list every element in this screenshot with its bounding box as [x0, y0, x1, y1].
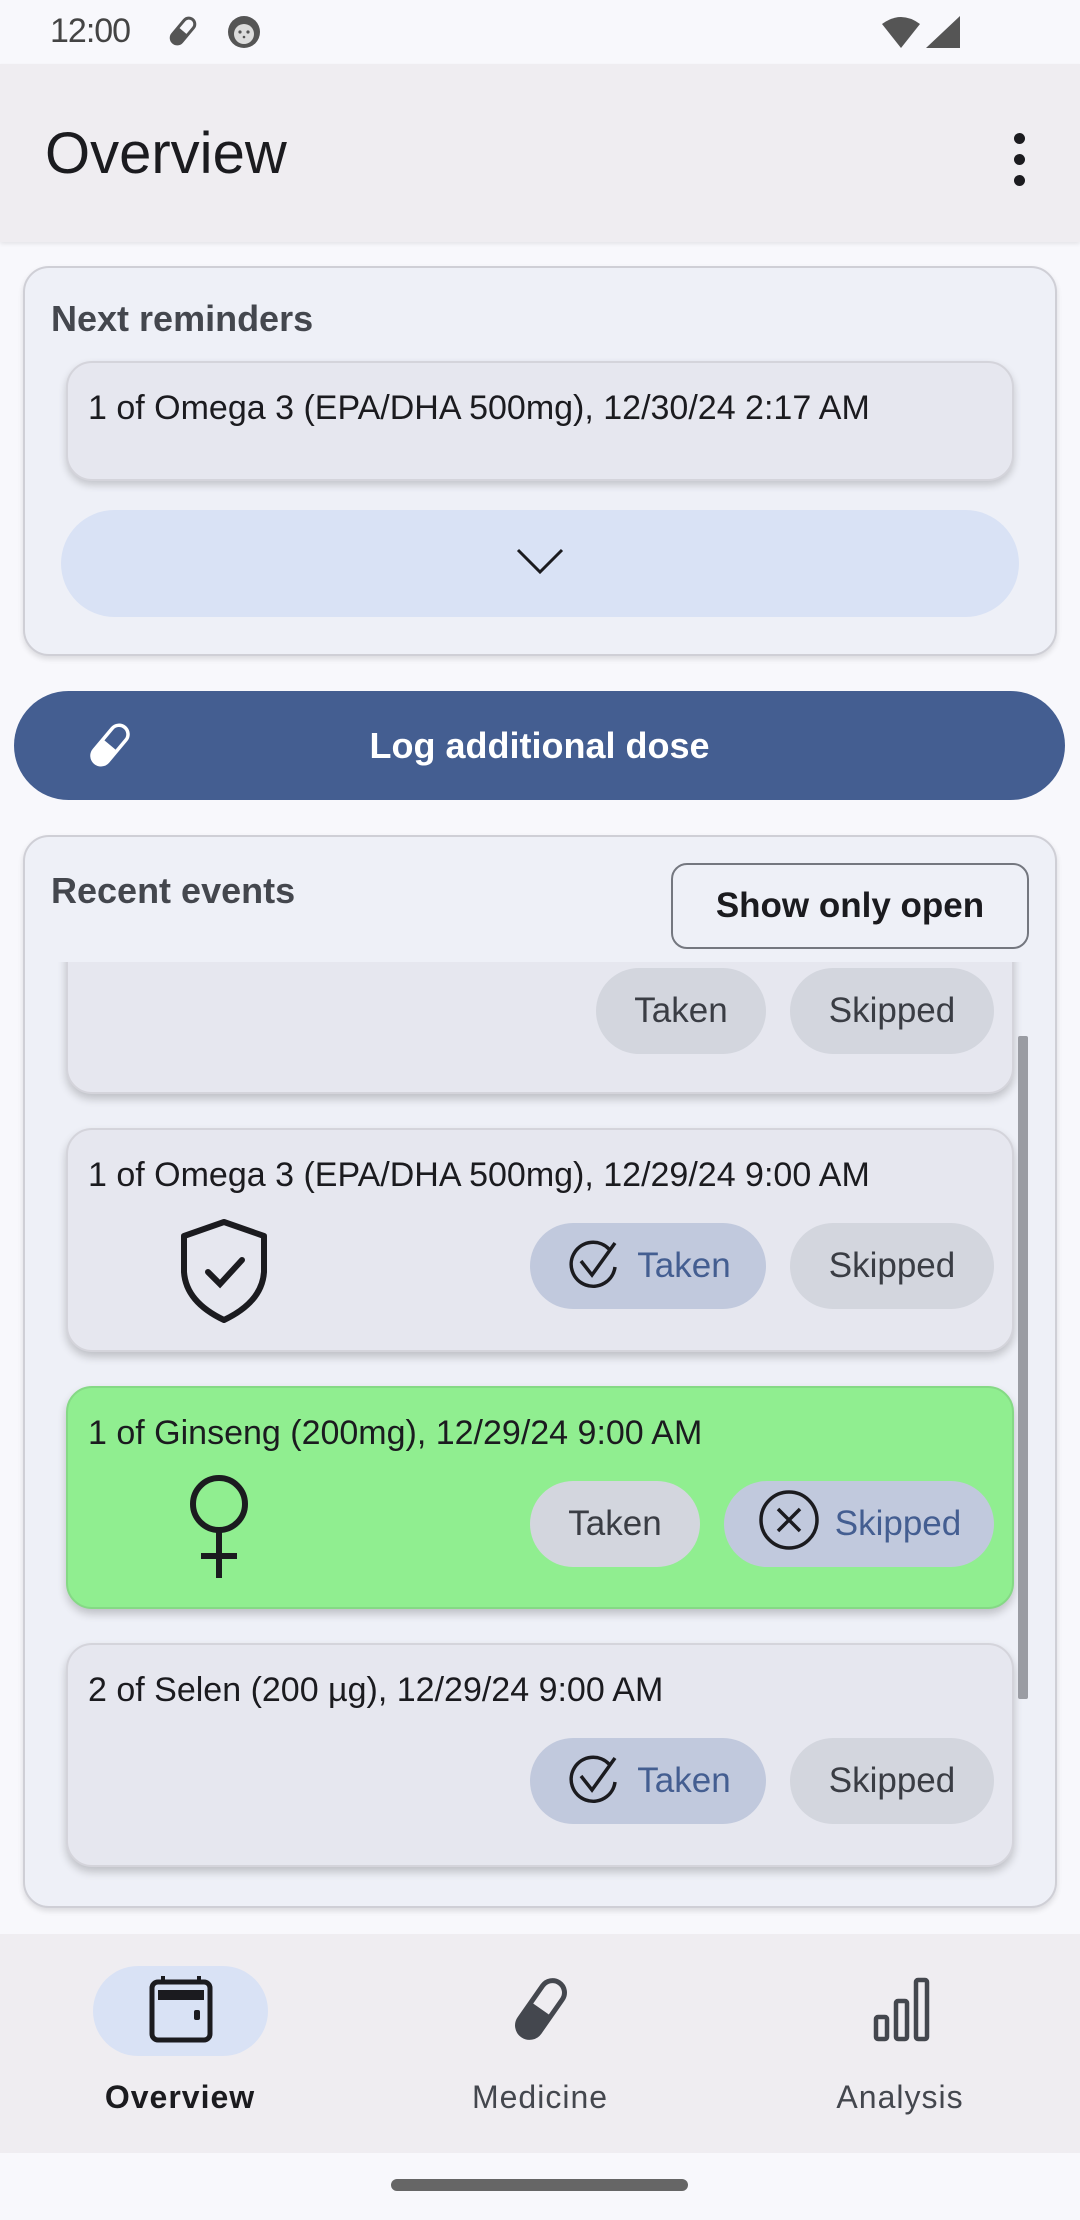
skipped-button[interactable]: Skipped	[790, 1223, 994, 1309]
taken-label: Taken	[568, 1504, 662, 1543]
reminder-item[interactable]: 1 of Omega 3 (EPA/DHA 500mg), 12/30/24 2…	[66, 361, 1014, 481]
event-item: Taken Skipped	[66, 962, 1014, 1094]
cat-face-icon	[226, 14, 262, 55]
pill-icon	[168, 14, 198, 53]
page-title: Overview	[45, 121, 287, 186]
recent-events-title: Recent events	[51, 870, 296, 911]
event-text: 1 of Omega 3 (EPA/DHA 500mg), 12/29/24 9…	[88, 1156, 870, 1194]
event-text: 1 of Ginseng (200mg), 12/29/24 9:00 AM	[88, 1414, 703, 1452]
cancel-circle-icon	[757, 1488, 821, 1561]
skipped-button[interactable]: Skipped	[724, 1481, 994, 1567]
top-app-bar: Overview	[0, 64, 1080, 242]
taken-button[interactable]: Taken	[530, 1223, 766, 1309]
event-item: 1 of Omega 3 (EPA/DHA 500mg), 12/29/24 9…	[66, 1128, 1014, 1352]
taken-label: Taken	[634, 991, 728, 1030]
wifi-icon	[880, 16, 922, 53]
skipped-label: Skipped	[828, 991, 956, 1030]
nav-item-analysis[interactable]: Analysis	[720, 1934, 1080, 2153]
events-scrollbar[interactable]	[1018, 1036, 1028, 1699]
bar-chart-icon	[866, 1974, 936, 2049]
bottom-navigation: Overview Medicine Analysis	[0, 1934, 1080, 2153]
pill-icon	[506, 1974, 576, 2049]
skipped-label: Skipped	[828, 1761, 956, 1800]
events-list[interactable]: Taken Skipped 1 of Omega 3 (EPA/DHA 500m…	[50, 962, 1030, 1883]
more-options-button[interactable]	[994, 124, 1044, 194]
reminder-text: 1 of Omega 3 (EPA/DHA 500mg), 12/30/24 2…	[88, 389, 870, 427]
taken-button[interactable]: Taken	[530, 1481, 700, 1567]
nav-label: Analysis	[836, 2079, 964, 2115]
calendar-icon	[146, 1974, 216, 2049]
female-symbol-icon	[184, 1472, 254, 1587]
taken-button[interactable]: Taken	[596, 968, 766, 1054]
cellular-signal-icon	[926, 16, 962, 53]
chevron-down-icon	[515, 546, 565, 581]
show-only-open-button[interactable]: Show only open	[671, 863, 1029, 949]
nav-label: Medicine	[471, 2079, 609, 2115]
nav-indicator	[453, 1966, 628, 2056]
more-vert-icon-dot	[1013, 153, 1025, 165]
event-text: 2 of Selen (200 µg), 12/29/24 9:00 AM	[88, 1671, 664, 1709]
shield-check-icon	[174, 1216, 274, 1331]
skipped-label: Skipped	[834, 1504, 962, 1543]
nav-indicator	[813, 1966, 988, 2056]
skipped-button[interactable]: Skipped	[790, 968, 994, 1054]
status-time: 12:00	[50, 12, 131, 50]
nav-item-medicine[interactable]: Medicine	[360, 1934, 720, 2153]
skipped-button[interactable]: Skipped	[790, 1738, 994, 1824]
log-additional-dose-label: Log additional dose	[369, 725, 710, 766]
next-reminders-title: Next reminders	[51, 298, 314, 339]
skipped-label: Skipped	[828, 1246, 956, 1285]
nav-item-overview[interactable]: Overview	[0, 1934, 360, 2153]
event-item: 1 of Ginseng (200mg), 12/29/24 9:00 AM T…	[66, 1386, 1014, 1609]
more-vert-icon	[1013, 132, 1025, 144]
more-vert-icon-dot	[1013, 174, 1025, 186]
expand-reminders-button[interactable]	[61, 510, 1019, 617]
taken-label: Taken	[637, 1761, 731, 1800]
home-indicator[interactable]	[391, 2179, 688, 2191]
nav-label: Overview	[104, 2079, 256, 2115]
log-additional-dose-button[interactable]: Log additional dose	[14, 691, 1065, 800]
event-item: 2 of Selen (200 µg), 12/29/24 9:00 AM Ta…	[66, 1643, 1014, 1867]
nav-indicator	[93, 1966, 268, 2056]
status-bar: 12:00	[0, 0, 1080, 64]
check-circle-icon	[565, 1748, 623, 1815]
taken-button[interactable]: Taken	[530, 1738, 766, 1824]
taken-label: Taken	[637, 1246, 731, 1285]
check-circle-icon	[565, 1233, 623, 1300]
